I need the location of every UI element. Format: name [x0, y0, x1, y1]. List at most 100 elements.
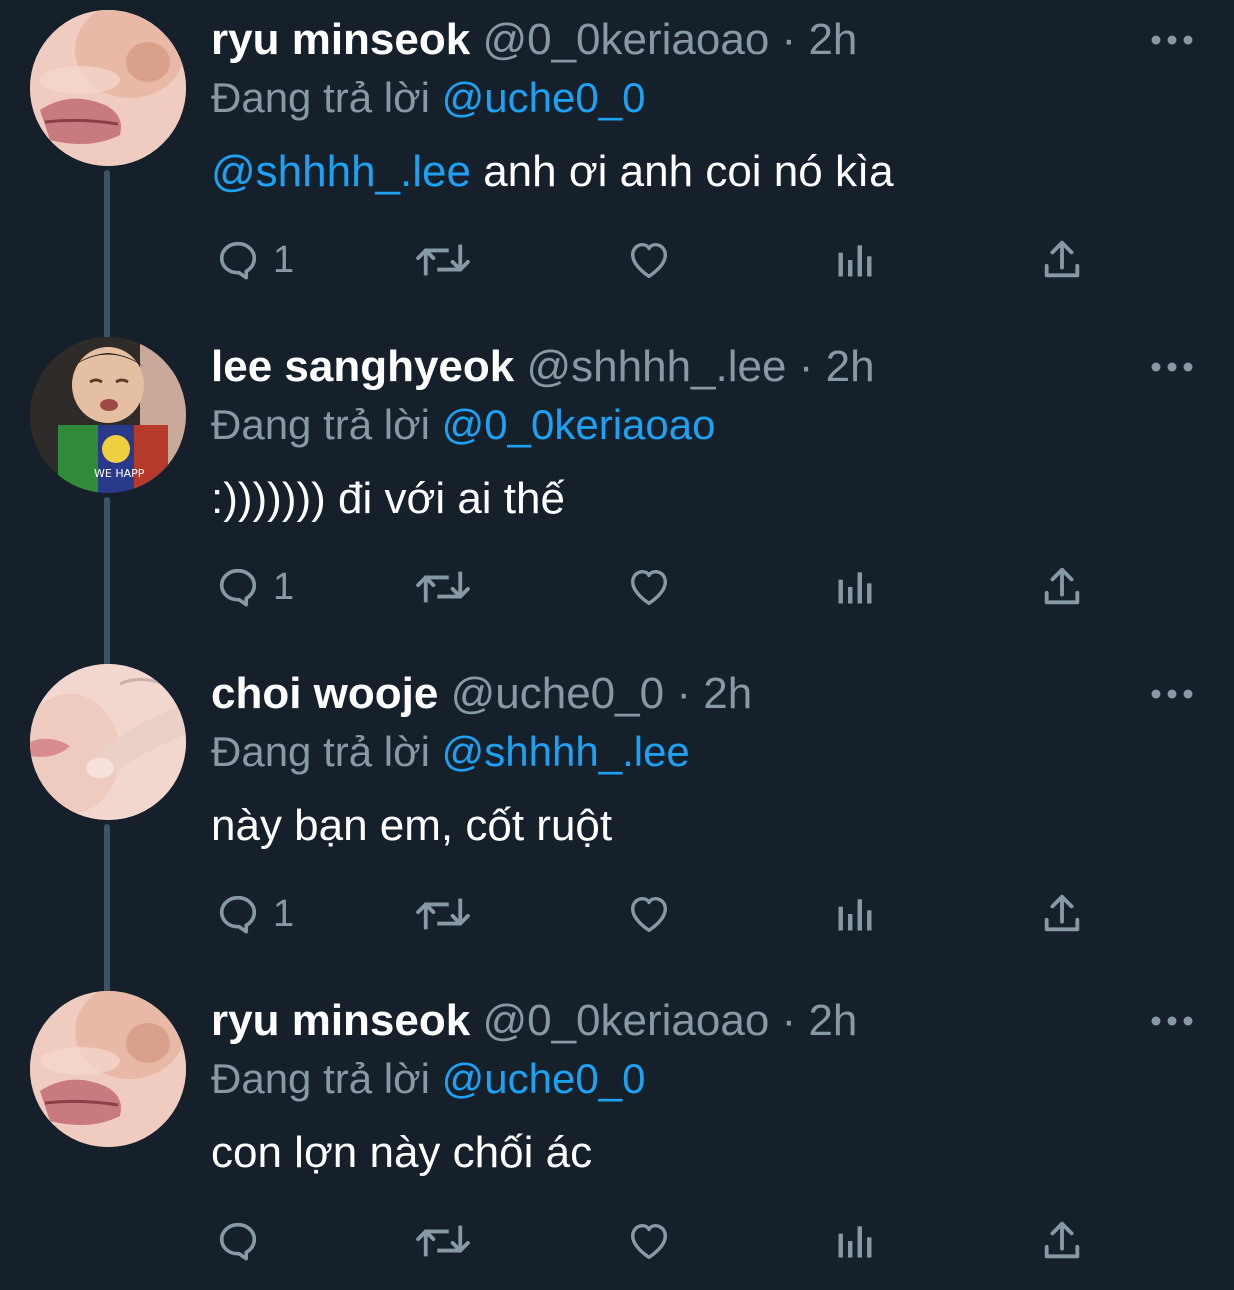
tweet[interactable]: ryu minseok @0_0keriaoao · 2h Đang trả l…	[0, 0, 1234, 327]
heart-icon	[630, 242, 668, 279]
replying-to-mention[interactable]: @uche0_0	[442, 1055, 646, 1102]
like-button[interactable]	[625, 1213, 673, 1269]
retweet-button[interactable]	[414, 1213, 472, 1269]
user-handle[interactable]: @0_0keriaoao	[482, 15, 769, 64]
heart-icon	[630, 1223, 668, 1260]
like-button[interactable]	[625, 559, 673, 615]
body-text: anh ơi anh coi nó kìa	[470, 147, 894, 196]
share-icon	[1044, 894, 1080, 932]
body-mention[interactable]: @shhhh_.lee	[211, 147, 471, 196]
analytics-icon	[838, 572, 872, 604]
reply-button[interactable]: 1	[215, 559, 294, 615]
avatar[interactable]: WE HAPP	[30, 337, 186, 493]
reply-count: 1	[273, 565, 295, 608]
reply-icon	[219, 568, 257, 607]
display-name[interactable]: ryu minseok	[211, 996, 470, 1045]
more-options-icon[interactable]	[1150, 357, 1194, 377]
display-name[interactable]: ryu minseok	[211, 15, 470, 64]
analytics-button[interactable]	[833, 559, 877, 615]
replying-to: Đang trả lời @uche0_0	[211, 70, 645, 126]
retweet-icon	[416, 571, 470, 603]
tweet[interactable]: ryu minseok @0_0keriaoao · 2h Đang trả l…	[0, 981, 1234, 1290]
retweet-button[interactable]	[414, 559, 472, 615]
timestamp[interactable]: 2h	[808, 15, 857, 64]
heart-icon	[630, 896, 668, 933]
more-options-icon[interactable]	[1150, 1011, 1194, 1031]
retweet-button[interactable]	[414, 886, 472, 942]
retweet-icon	[416, 244, 470, 276]
display-name[interactable]: lee sanghyeok	[211, 342, 514, 391]
share-icon	[1044, 240, 1080, 278]
tweet-actions	[211, 1213, 1111, 1269]
tweet-text: này bạn em, cốt ruột	[211, 796, 612, 856]
share-button[interactable]	[1039, 559, 1085, 615]
replying-to-label: Đang trả lời	[211, 74, 430, 121]
tweet[interactable]: choi wooje @uche0_0 · 2h Đang trả lời @s…	[0, 654, 1234, 981]
avatar[interactable]	[30, 991, 186, 1147]
share-button[interactable]	[1039, 1213, 1085, 1269]
reply-count: 1	[273, 892, 295, 935]
separator-dot: ·	[676, 669, 691, 718]
body-text: :))))))) đi với ai thế	[211, 474, 565, 523]
analytics-button[interactable]	[833, 886, 877, 942]
timestamp[interactable]: 2h	[703, 669, 752, 718]
replying-to-label: Đang trả lời	[211, 1055, 430, 1102]
share-icon	[1044, 1221, 1080, 1259]
tweet-header: ryu minseok @0_0keriaoao · 2h	[211, 12, 857, 68]
retweet-button[interactable]	[414, 232, 472, 288]
reply-icon	[219, 1222, 257, 1261]
analytics-button[interactable]	[833, 232, 877, 288]
tweet-actions: 1	[211, 886, 1111, 942]
tweet-text: @shhhh_.lee anh ơi anh coi nó kìa	[211, 142, 894, 202]
retweet-icon	[416, 1225, 470, 1257]
reply-count: 1	[273, 238, 295, 281]
more-options-icon[interactable]	[1150, 30, 1194, 50]
display-name[interactable]: choi wooje	[211, 669, 438, 718]
user-handle[interactable]: @uche0_0	[451, 669, 665, 718]
share-icon	[1044, 567, 1080, 605]
reply-icon	[219, 241, 257, 280]
body-text: này bạn em, cốt ruột	[211, 801, 613, 850]
replying-to-mention[interactable]: @uche0_0	[442, 74, 646, 121]
reply-button[interactable]	[215, 1213, 273, 1269]
avatar-lips-closeup-icon	[30, 991, 186, 1147]
analytics-button[interactable]	[833, 1213, 877, 1269]
analytics-icon	[838, 899, 872, 931]
timestamp[interactable]: 2h	[808, 996, 857, 1045]
separator-dot: ·	[781, 15, 797, 64]
replying-to-mention[interactable]: @shhhh_.lee	[442, 728, 690, 775]
more-options-icon[interactable]	[1150, 684, 1194, 704]
timestamp[interactable]: 2h	[826, 342, 875, 391]
svg-text:WE HAPP: WE HAPP	[94, 467, 145, 480]
user-handle[interactable]: @shhhh_.lee	[527, 342, 787, 391]
avatar-lips-closeup-icon	[30, 10, 186, 166]
body-text: con lợn này chối ác	[211, 1128, 593, 1177]
analytics-icon	[838, 245, 872, 277]
replying-to-label: Đang trả lời	[211, 401, 430, 448]
retweet-icon	[416, 898, 470, 930]
reply-button[interactable]: 1	[215, 886, 294, 942]
tweet-header: lee sanghyeok @shhhh_.lee · 2h	[211, 339, 875, 395]
like-button[interactable]	[625, 232, 673, 288]
analytics-icon	[838, 1226, 872, 1258]
reply-button[interactable]: 1	[215, 232, 294, 288]
like-button[interactable]	[625, 886, 673, 942]
share-button[interactable]	[1039, 886, 1085, 942]
avatar[interactable]	[30, 664, 186, 820]
tweet-actions: 1	[211, 559, 1111, 615]
avatar[interactable]	[30, 10, 186, 166]
avatar-crying-baby-icon: WE HAPP	[30, 337, 186, 493]
user-handle[interactable]: @0_0keriaoao	[482, 996, 769, 1045]
tweet-actions: 1	[211, 232, 1111, 288]
reply-icon	[219, 895, 257, 934]
separator-dot: ·	[798, 342, 814, 391]
heart-icon	[630, 569, 668, 606]
tweet-header: choi wooje @uche0_0 · 2h	[211, 666, 752, 722]
replying-to: Đang trả lời @0_0keriaoao	[211, 397, 715, 453]
tweet-text: :))))))) đi với ai thế	[211, 469, 565, 529]
replying-to-mention[interactable]: @0_0keriaoao	[442, 401, 716, 448]
tweet-header: ryu minseok @0_0keriaoao · 2h	[211, 993, 857, 1049]
share-button[interactable]	[1039, 232, 1085, 288]
replying-to: Đang trả lời @shhhh_.lee	[211, 724, 690, 780]
tweet[interactable]: WE HAPP lee sanghyeok @shhhh_.lee · 2h Đ…	[0, 327, 1234, 654]
